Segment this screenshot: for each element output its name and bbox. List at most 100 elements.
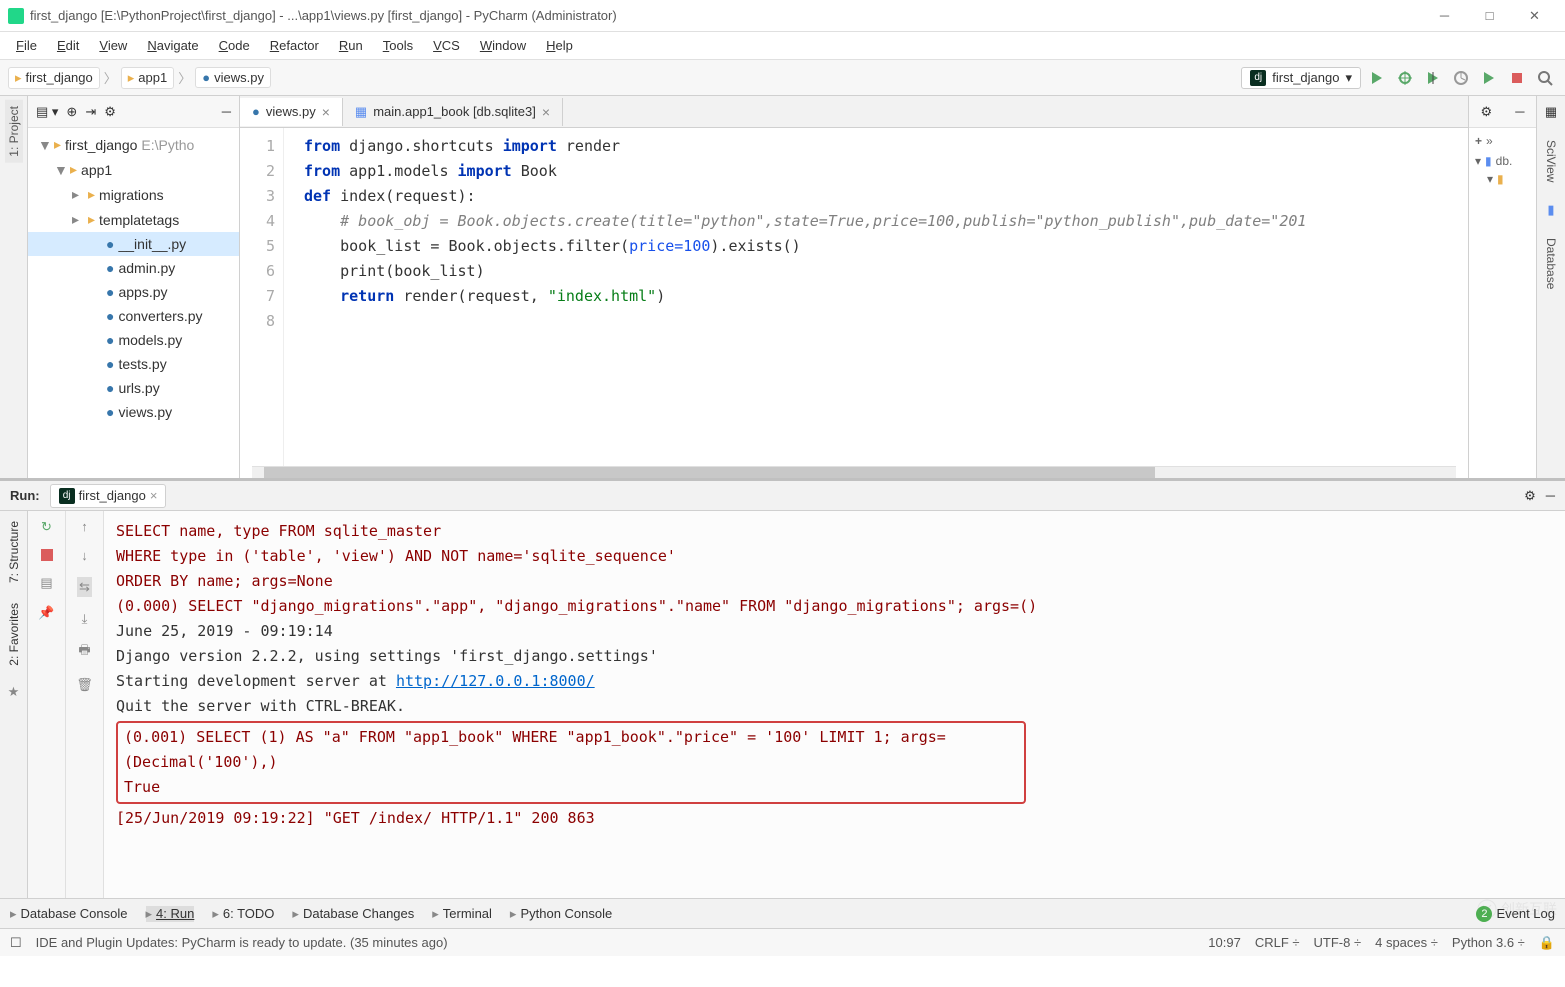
tree-tests.py[interactable]: ● tests.py	[28, 352, 239, 376]
database-icon[interactable]: ▮	[1547, 202, 1554, 218]
toolwindow-pythonconsole[interactable]: ▸ Python Console	[510, 906, 612, 922]
close-button[interactable]: ✕	[1512, 2, 1557, 30]
caret-position[interactable]: 10:97	[1208, 935, 1241, 950]
grid-icon[interactable]: ▦	[1545, 104, 1557, 120]
structure-tab[interactable]: 7: Structure	[5, 511, 23, 593]
editor-tab-main.app1_book [db.sqlite3][interactable]: ▦main.app1_book [db.sqlite3]×	[343, 98, 563, 126]
chevron-down-icon[interactable]: ▾	[1487, 172, 1493, 186]
run-body: 7: Structure 2: Favorites ★ ↻ ▤ 📌 ↑ ↓ ⇆ …	[0, 511, 1565, 898]
coverage-button[interactable]	[1421, 66, 1445, 90]
wrap-icon[interactable]: ⇆	[77, 577, 92, 597]
menu-tools[interactable]: Tools	[375, 36, 421, 55]
tree-converters.py[interactable]: ● converters.py	[28, 304, 239, 328]
tree-apps.py[interactable]: ● apps.py	[28, 280, 239, 304]
debug-button[interactable]	[1393, 66, 1417, 90]
fold-margin	[284, 128, 300, 466]
editor: ●views.py×▦main.app1_book [db.sqlite3]× …	[240, 96, 1469, 478]
maximize-button[interactable]: □	[1467, 2, 1512, 30]
interpreter[interactable]: Python 3.6 ÷	[1452, 935, 1525, 950]
trash-icon[interactable]: 🗑	[76, 677, 93, 693]
add-icon[interactable]: +	[1475, 134, 1482, 148]
gear-icon[interactable]: ⚙	[1524, 488, 1536, 504]
hide-icon[interactable]: ─	[1546, 488, 1555, 503]
console-output[interactable]: SELECT name, type FROM sqlite_master WHE…	[104, 511, 1565, 898]
menu-help[interactable]: Help	[538, 36, 581, 55]
code-area[interactable]: 12345678 from django.shortcuts import re…	[240, 128, 1468, 466]
sciview-tab[interactable]: SciView	[1542, 134, 1560, 188]
down-icon[interactable]: ↓	[81, 548, 88, 563]
encoding[interactable]: UTF-8 ÷	[1314, 935, 1362, 950]
run-tab-label: first_django	[79, 488, 146, 503]
stop-icon[interactable]	[41, 549, 53, 561]
rerun-icon[interactable]: ↻	[41, 519, 52, 535]
project-tab[interactable]: 1: Project	[5, 100, 23, 163]
gear-icon[interactable]: ⚙	[1481, 104, 1493, 120]
menu-window[interactable]: Window	[472, 36, 534, 55]
notification-icon[interactable]: ☐	[10, 935, 22, 951]
tree-first_django[interactable]: ▼▸ first_django E:\Pytho	[28, 132, 239, 157]
run-tab[interactable]: dj first_django ×	[50, 484, 167, 508]
profile-button[interactable]	[1449, 66, 1473, 90]
watermark: 创新互联	[1469, 891, 1565, 927]
menu-vcs[interactable]: VCS	[425, 36, 468, 55]
hide-icon[interactable]: ─	[1515, 104, 1524, 119]
menu-view[interactable]: View	[91, 36, 135, 55]
search-everywhere-button[interactable]	[1533, 66, 1557, 90]
menu-edit[interactable]: Edit	[49, 36, 87, 55]
up-icon[interactable]: ↑	[81, 519, 88, 534]
horizontal-scrollbar[interactable]	[252, 466, 1456, 478]
project-panel: ▤ ▾ ⊕ ⇥ ⚙ ─ ▼▸ first_django E:\Pytho▼▸ a…	[28, 96, 240, 478]
menu-code[interactable]: Code	[211, 36, 258, 55]
tree-admin.py[interactable]: ● admin.py	[28, 256, 239, 280]
run-button[interactable]	[1365, 66, 1389, 90]
attach-button[interactable]	[1477, 66, 1501, 90]
tree-models.py[interactable]: ● models.py	[28, 328, 239, 352]
favorites-tab[interactable]: 2: Favorites	[5, 593, 23, 676]
tree-migrations[interactable]: ▸▸ migrations	[28, 182, 239, 207]
more-icon[interactable]: »	[1486, 134, 1493, 148]
menu-refactor[interactable]: Refactor	[262, 36, 327, 55]
collapse-icon[interactable]: ⇥	[85, 104, 96, 120]
tree-app1[interactable]: ▼▸ app1	[28, 157, 239, 182]
menu-navigate[interactable]: Navigate	[139, 36, 206, 55]
database-tab[interactable]: Database	[1542, 232, 1560, 295]
tree-urls.py[interactable]: ● urls.py	[28, 376, 239, 400]
stop-button[interactable]	[1505, 66, 1529, 90]
code-text[interactable]: from django.shortcuts import render from…	[300, 128, 1468, 466]
chevron-down-icon[interactable]: ▾	[1475, 154, 1481, 168]
folder-icon: ▮	[1497, 172, 1504, 186]
tree-templatetags[interactable]: ▸▸ templatetags	[28, 207, 239, 232]
toolwindow-run[interactable]: ▸ 4: Run	[146, 906, 195, 922]
minimize-button[interactable]: ─	[1422, 2, 1467, 30]
close-icon[interactable]: ×	[150, 488, 158, 503]
hide-icon[interactable]: ─	[222, 104, 231, 119]
menu-file[interactable]: File	[8, 36, 45, 55]
toolwindow-databaseconsole[interactable]: ▸ Database Console	[10, 906, 128, 922]
close-icon[interactable]: ×	[542, 104, 550, 120]
print-icon[interactable]: 🖶	[78, 641, 90, 663]
lock-icon[interactable]: 🔒	[1539, 935, 1555, 951]
star-icon[interactable]: ★	[8, 684, 20, 700]
pin-icon[interactable]: 📌	[38, 605, 54, 621]
gear-icon[interactable]: ⚙	[104, 104, 116, 120]
toolwindow-databasechanges[interactable]: ▸ Database Changes	[292, 906, 414, 922]
scroll-icon[interactable]: ⤓	[82, 611, 88, 627]
project-view-selector[interactable]: ▤ ▾	[36, 104, 58, 120]
line-gutter: 12345678	[240, 128, 284, 466]
locate-icon[interactable]: ⊕	[66, 104, 77, 120]
run-config-selector[interactable]: dj first_django ▾	[1241, 67, 1361, 89]
menu-run[interactable]: Run	[331, 36, 371, 55]
toolwindow-terminal[interactable]: ▸ Terminal	[432, 906, 492, 922]
layout-icon[interactable]: ▤	[40, 575, 52, 591]
crumb-app1[interactable]: ▸app1	[121, 67, 174, 89]
editor-tab-views.py[interactable]: ●views.py×	[240, 98, 343, 126]
indent[interactable]: 4 spaces ÷	[1375, 935, 1438, 950]
crumb-first_django[interactable]: ▸first_django	[8, 67, 100, 89]
crumb-views.py[interactable]: ●views.py	[195, 67, 271, 88]
close-icon[interactable]: ×	[322, 104, 330, 120]
tree-views.py[interactable]: ● views.py	[28, 400, 239, 424]
toolwindow-todo[interactable]: ▸ 6: TODO	[212, 906, 274, 922]
tree-__init__.py[interactable]: ● __init__.py	[28, 232, 239, 256]
line-separator[interactable]: CRLF ÷	[1255, 935, 1300, 950]
breadcrumb: ▸first_django〉▸app1〉●views.py	[8, 67, 271, 89]
